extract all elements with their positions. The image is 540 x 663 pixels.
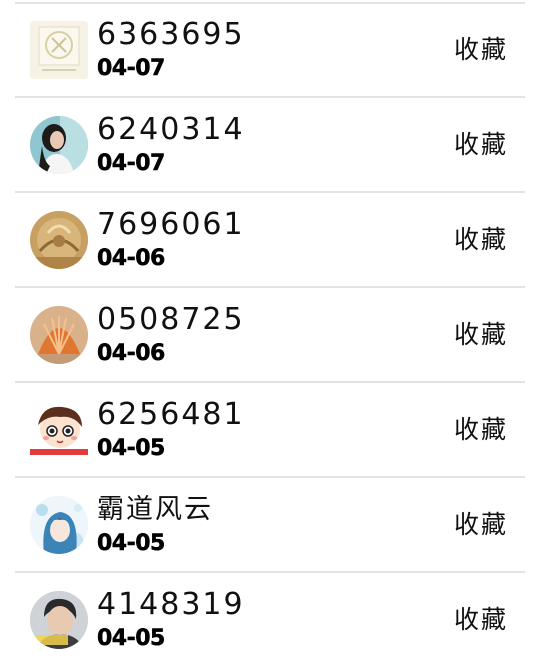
favorite-button[interactable]: 收藏	[454, 413, 508, 447]
item-date: 04-05	[97, 531, 166, 557]
favorite-button[interactable]: 收藏	[454, 603, 508, 637]
item-date: 04-06	[97, 246, 166, 272]
item-name: 7696061	[97, 207, 245, 242]
list-item[interactable]: 0508725 04-06 收藏	[0, 288, 540, 383]
item-name: 霸道风云	[97, 494, 213, 525]
item-date: 04-07	[97, 151, 166, 177]
girl-photo-icon	[30, 116, 88, 174]
favorite-button[interactable]: 收藏	[454, 223, 508, 257]
avatar[interactable]	[30, 591, 88, 649]
list-item[interactable]: 6240314 04-07 收藏	[0, 98, 540, 193]
avatar[interactable]	[30, 306, 88, 364]
item-name: 6256481	[97, 397, 245, 432]
item-name: 0508725	[97, 302, 245, 337]
avatar[interactable]	[30, 116, 88, 174]
list-item[interactable]: 6363695 04-07 收藏	[0, 3, 540, 98]
item-date: 04-06	[97, 341, 166, 367]
list-item[interactable]: 4148319 04-05 收藏	[0, 573, 540, 663]
list-item[interactable]: 6256481 04-05 收藏	[0, 383, 540, 478]
man-photo-icon	[30, 591, 88, 649]
golden-artwork-icon	[30, 211, 88, 269]
item-date: 04-05	[97, 626, 166, 652]
item-name: 4148319	[97, 587, 245, 622]
cartoon-boy-icon	[30, 401, 88, 459]
user-list: 6363695 04-07 收藏 6240314 04-07 收藏 769606…	[0, 0, 540, 663]
favorite-button[interactable]: 收藏	[454, 318, 508, 352]
favorite-button[interactable]: 收藏	[454, 33, 508, 67]
favorite-button[interactable]: 收藏	[454, 128, 508, 162]
item-name: 6240314	[97, 112, 245, 147]
anime-girl-icon	[30, 496, 88, 554]
seashell-icon	[30, 306, 88, 364]
avatar[interactable]	[30, 211, 88, 269]
favorite-button[interactable]: 收藏	[454, 508, 508, 542]
avatar[interactable]	[30, 21, 88, 79]
avatar[interactable]	[30, 401, 88, 459]
list-item[interactable]: 7696061 04-06 收藏	[0, 193, 540, 288]
item-date: 04-05	[97, 436, 166, 462]
item-date: 04-07	[97, 56, 166, 82]
avatar[interactable]	[30, 496, 88, 554]
list-item[interactable]: 霸道风云 04-05 收藏	[0, 478, 540, 573]
item-name: 6363695	[97, 17, 245, 52]
logo-icon	[30, 21, 88, 79]
